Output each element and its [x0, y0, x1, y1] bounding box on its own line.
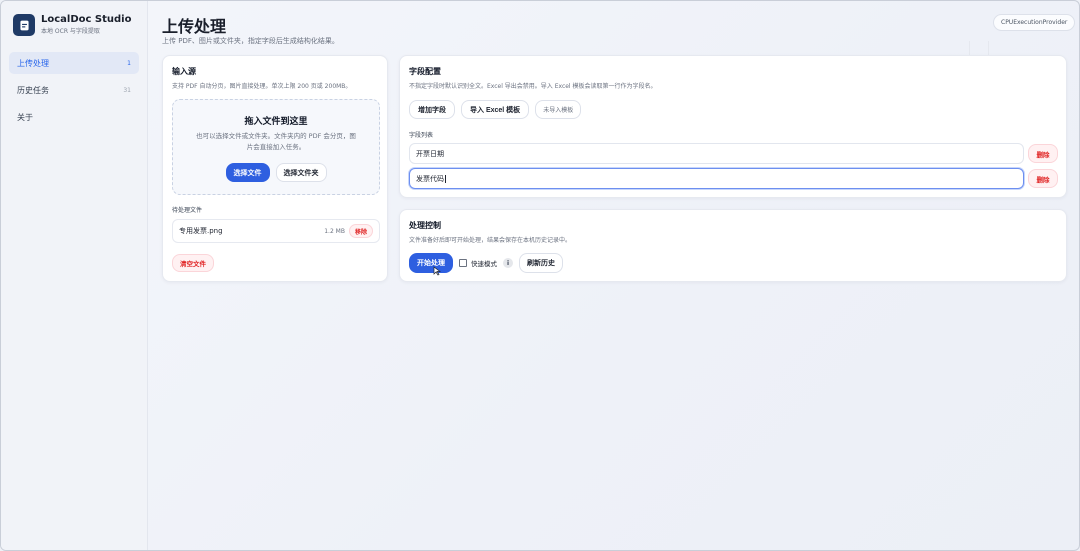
text-caret: [445, 174, 446, 183]
input-source-card: 输入源 支持 PDF 自动分页，图片直接处理。单次上限 200 页或 200MB…: [162, 55, 388, 282]
fast-mode-label: 快速模式: [471, 260, 497, 268]
delete-field-button[interactable]: 删除: [1028, 144, 1058, 163]
field-config-card: 字段配置 不指定字段时默认识别全文。Excel 导出会禁用。导入 Excel 模…: [399, 55, 1067, 198]
sidebar-nav: 上传处理 1 历史任务 31 关于: [9, 52, 139, 133]
file-dropzone[interactable]: 拖入文件到这里 也可以选择文件或文件夹。文件夹内的 PDF 会分页，图片会直接加…: [172, 99, 380, 195]
template-status-badge: 未导入模板: [535, 100, 582, 119]
field-row: 开票日期 删除: [409, 143, 1059, 164]
select-folder-button[interactable]: 选择文件夹: [275, 163, 327, 182]
import-excel-button[interactable]: 导入 Excel 模板: [461, 100, 530, 119]
brand: LocalDoc Studio 本地 OCR 与字段提取: [13, 14, 131, 36]
page-subtitle: 上传 PDF、图片或文件夹，指定字段后生成结构化结果。: [162, 37, 339, 45]
card-title: 输入源: [172, 67, 196, 76]
remove-file-button[interactable]: 移除: [348, 224, 373, 238]
dropzone-description: 也可以选择文件或文件夹。文件夹内的 PDF 会分页，图片会直接加入任务。: [196, 132, 356, 151]
sidebar: LocalDoc Studio 本地 OCR 与字段提取 上传处理 1 历史任务…: [1, 1, 148, 550]
field-value: 发票代码: [416, 174, 444, 183]
file-size: 1.2 MB: [324, 227, 345, 235]
sidebar-item-history[interactable]: 历史任务 31: [9, 79, 139, 101]
start-processing-button[interactable]: 开始处理: [409, 253, 453, 273]
clear-files-button[interactable]: 清空文件: [172, 254, 214, 272]
sidebar-item-count: 1: [127, 59, 131, 67]
checkbox-icon[interactable]: [459, 259, 467, 267]
select-file-button[interactable]: 选择文件: [225, 163, 270, 182]
sidebar-item-about[interactable]: 关于: [9, 106, 139, 128]
refresh-history-button[interactable]: 刷新历史: [519, 253, 563, 273]
file-name: 专用发票.png: [179, 227, 223, 235]
mouse-cursor-icon: [433, 266, 441, 276]
process-control-card: 处理控制 文件准备好后即可开始处理，结果会保存在本机历史记录中。 开始处理 快速…: [399, 209, 1067, 282]
app-logo-icon: [13, 14, 35, 36]
card-description: 不指定字段时默认识别全文。Excel 导出会禁用。导入 Excel 模板会读取第…: [409, 83, 657, 90]
sidebar-item-label: 历史任务: [17, 85, 49, 95]
sidebar-item-label: 关于: [17, 112, 33, 122]
fast-mode-checkbox[interactable]: 快速模式: [459, 258, 497, 268]
page-title: 上传处理: [162, 17, 227, 36]
app-name: LocalDoc Studio: [41, 14, 132, 25]
card-title: 字段配置: [409, 67, 441, 76]
add-field-button[interactable]: 增加字段: [409, 100, 455, 119]
field-row: 发票代码 删除: [409, 168, 1059, 189]
field-list-label: 字段列表: [409, 132, 434, 139]
sidebar-item-upload[interactable]: 上传处理 1: [9, 52, 139, 74]
provider-badge: CPUExecutionProvider: [993, 14, 1076, 31]
card-description: 支持 PDF 自动分页，图片直接处理。单次上限 200 页或 200MB。: [172, 83, 352, 90]
sidebar-item-label: 上传处理: [17, 58, 49, 68]
info-icon[interactable]: i: [503, 258, 513, 268]
delete-field-button[interactable]: 删除: [1028, 169, 1058, 188]
app-subtitle: 本地 OCR 与字段提取: [41, 28, 100, 35]
field-value: 开票日期: [416, 149, 444, 158]
app-window: LocalDoc Studio 本地 OCR 与字段提取 上传处理 1 历史任务…: [0, 0, 1080, 551]
card-title: 处理控制: [409, 221, 441, 230]
sidebar-item-count: 31: [123, 86, 131, 94]
pending-files-label: 待处理文件: [172, 207, 203, 214]
dropzone-title: 拖入文件到这里: [244, 117, 308, 127]
field-name-input[interactable]: 开票日期: [409, 143, 1024, 164]
list-item: 专用发票.png 1.2 MB 移除: [172, 219, 380, 243]
card-description: 文件准备好后即可开始处理，结果会保存在本机历史记录中。: [409, 237, 572, 244]
field-name-input[interactable]: 发票代码: [409, 168, 1024, 189]
